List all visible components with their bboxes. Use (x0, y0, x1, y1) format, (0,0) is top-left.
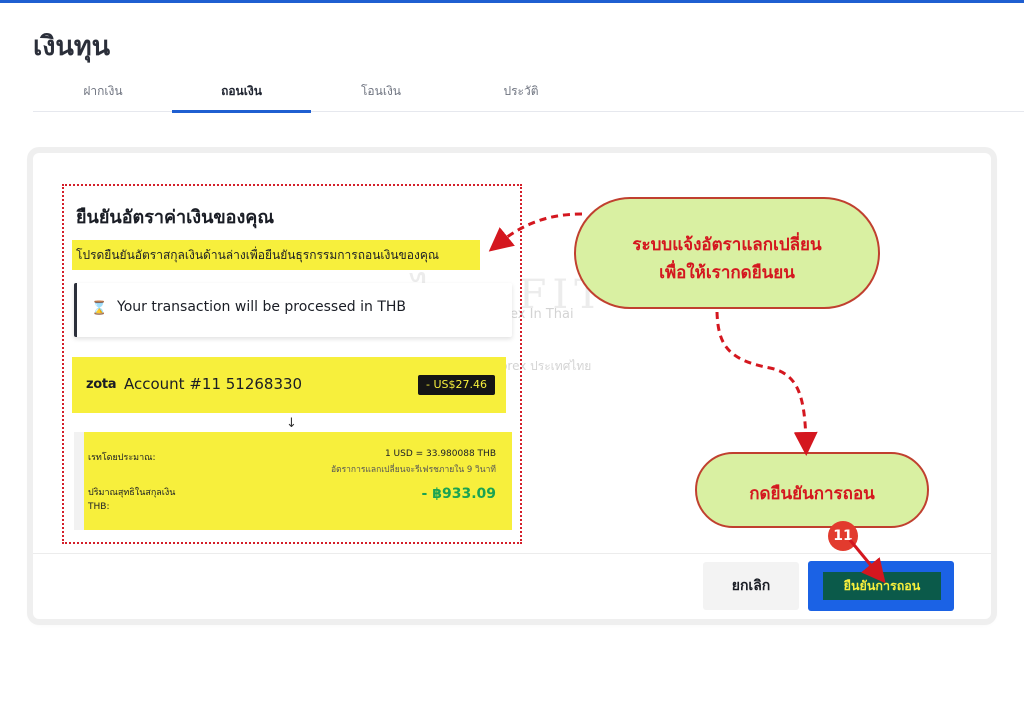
tab-history[interactable]: ประวัติ (451, 78, 591, 112)
annotation-bubble-confirm: กดยืนยันการถอน (695, 452, 929, 528)
annotation-bubble-rate-line1: ระบบแจ้งอัตราแลกเปลี่ยน (632, 235, 822, 255)
confirm-withdraw-button[interactable]: ยืนยันการถอน (808, 561, 954, 611)
step-number-badge: 11 (828, 521, 858, 551)
zota-logo: zota (86, 377, 117, 392)
arrow-down-icon: ↓ (286, 416, 297, 431)
tab-withdraw[interactable]: ถอนเงิน (172, 78, 311, 113)
page-title: เงินทุน (33, 31, 111, 62)
top-accent-bar (0, 0, 1024, 3)
net-amount-value: - ฿933.09 (421, 486, 496, 502)
tab-transfer[interactable]: โอนเงิน (311, 78, 451, 112)
estimated-rate-value: 1 USD = 33.980088 THB (384, 449, 496, 459)
processing-notice-text: Your transaction will be processed in TH… (117, 299, 407, 315)
net-amount-label: ปริมาณสุทธิในสกุลเงิน THB: (88, 488, 176, 512)
dialog-title: ยืนยันอัตราค่าเงินของคุณ (76, 207, 275, 228)
account-label: Account #11 51268330 (124, 375, 303, 393)
annotation-bubble-confirm-text: กดยืนยันการถอน (749, 484, 875, 504)
funds-tabs: ฝากเงิน ถอนเงิน โอนเงิน ประวัติ (33, 78, 1024, 113)
processing-notice: ⌛ Your transaction will be processed in … (74, 283, 512, 337)
withdraw-amount-badge: - US$27.46 (418, 375, 495, 395)
annotation-bubble-rate: ระบบแจ้งอัตราแลกเปลี่ยน เพื่อให้เรากดยืน… (574, 197, 880, 309)
estimated-rate-label: เรทโดยประมาณ: (88, 453, 156, 463)
instruction-text: โปรดยืนยันอัตราสกุลเงินด้านล่างเพื่อยืนย… (72, 240, 480, 270)
tab-deposit[interactable]: ฝากเงิน (33, 78, 173, 112)
rate-refresh-note: อัตราการแลกเปลี่ยนจะรีเฟรชภายใน 9 วินาที (330, 465, 496, 475)
annotation-bubble-rate-line2: เพื่อให้เรากดยืนยน (659, 263, 795, 283)
exchange-rate-panel: เรทโดยประมาณ: 1 USD = 33.980088 THB อัตร… (74, 432, 512, 530)
cancel-button[interactable]: ยกเลิก (703, 562, 799, 610)
hourglass-icon: ⌛ (91, 301, 108, 316)
confirm-withdraw-label: ยืนยันการถอน (823, 572, 941, 600)
panel-edge (74, 432, 84, 530)
source-account: zota Account #11 51268330 - US$27.46 (72, 357, 506, 413)
